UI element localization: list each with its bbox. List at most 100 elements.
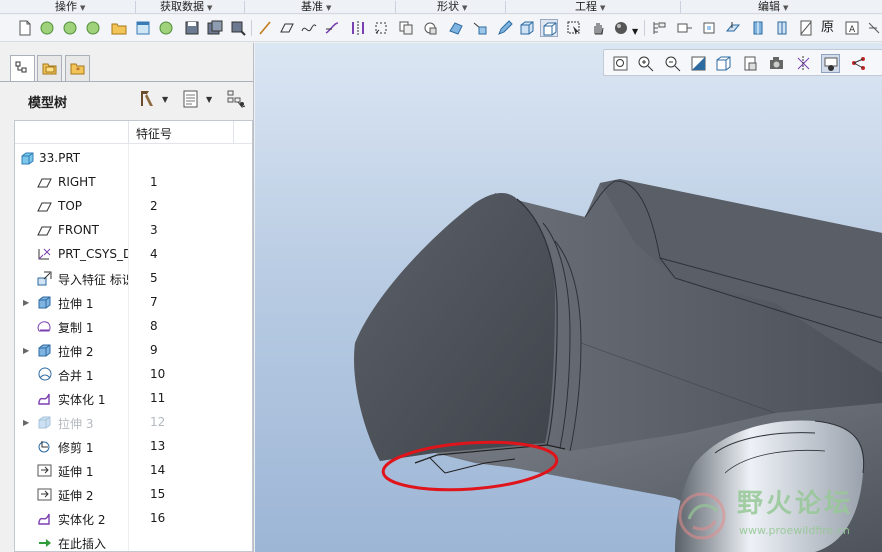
extend-icon xyxy=(36,486,53,503)
solidify-icon xyxy=(36,510,53,527)
tree-item-feature-number: 2 xyxy=(150,199,158,213)
datum-plane-icon xyxy=(36,174,53,191)
creo-window: 操作 ▼ 获取数据 ▼ 基准 ▼ 形状 ▼ 工程 ▼ 编辑 ▼ ▼ 原 A * … xyxy=(0,0,882,552)
feature-number-column[interactable]: 特征号 xyxy=(136,125,172,142)
window-icon[interactable] xyxy=(134,19,152,37)
tree-item[interactable]: ▶ 拉伸 2 9 xyxy=(15,339,252,363)
tree-item[interactable]: PRT_CSYS_DEF 4 xyxy=(15,243,252,267)
regen-icon[interactable] xyxy=(84,19,102,37)
dropdown-icon[interactable]: ▼ xyxy=(632,24,638,40)
tree-item-label: 33.PRT xyxy=(39,151,81,165)
tree-item-label: TOP xyxy=(58,199,83,213)
group-datum[interactable]: 基准 ▼ xyxy=(301,0,331,14)
view-box-icon[interactable] xyxy=(518,19,536,37)
point-icon[interactable] xyxy=(471,19,489,37)
3d-model[interactable] xyxy=(255,43,882,552)
select-icon[interactable] xyxy=(565,19,583,37)
hand-icon[interactable] xyxy=(589,19,607,37)
sweep-icon[interactable] xyxy=(447,19,465,37)
tree-item-label: 延伸 2 xyxy=(58,489,94,503)
zoom-in-icon[interactable] xyxy=(636,54,655,73)
backup-icon[interactable] xyxy=(229,19,247,37)
tree-item[interactable]: ▶ 拉伸 1 7 xyxy=(15,291,252,315)
tree-item[interactable]: TOP 2 xyxy=(15,195,252,219)
svg-text:*: * xyxy=(76,66,80,75)
graphics-toolbar xyxy=(603,49,882,76)
expand-arrow-icon[interactable]: ▶ xyxy=(23,298,31,308)
original-text-button[interactable]: 原 xyxy=(821,20,834,36)
zoom-out-icon[interactable] xyxy=(663,54,682,73)
tree-item[interactable]: FRONT 3 xyxy=(15,219,252,243)
expand-arrow-icon[interactable]: ▶ xyxy=(23,418,31,428)
tree-item[interactable]: RIGHT 1 xyxy=(15,171,252,195)
spin-center-icon[interactable] xyxy=(849,54,868,73)
tree-root-part[interactable]: 33.PRT xyxy=(15,147,252,171)
regen-icon[interactable] xyxy=(157,19,175,37)
sphere-icon[interactable] xyxy=(612,19,630,37)
view-manager-icon[interactable] xyxy=(767,54,786,73)
tree-item[interactable]: 复制 1 8 xyxy=(15,315,252,339)
group-operations[interactable]: 操作 ▼ xyxy=(55,0,85,14)
expand-arrow-icon[interactable]: ▶ xyxy=(23,346,31,356)
paper-icon[interactable] xyxy=(797,19,815,37)
save-icon[interactable] xyxy=(183,19,201,37)
main-toolbar: ▼ 原 A xyxy=(0,15,882,42)
group-shapes[interactable]: 形状 ▼ xyxy=(437,0,467,14)
save-copy-icon[interactable] xyxy=(206,19,224,37)
more-icon[interactable] xyxy=(865,19,882,37)
copy-icon[interactable] xyxy=(397,19,415,37)
open-folder-icon[interactable] xyxy=(110,19,128,37)
feature-icon[interactable] xyxy=(676,19,694,37)
spline-icon[interactable] xyxy=(300,19,318,37)
datum-display-icon[interactable] xyxy=(794,54,813,73)
tools-dropdown-icon[interactable]: ▼ xyxy=(162,95,168,104)
new-file-icon[interactable] xyxy=(16,19,34,37)
regen-icon[interactable] xyxy=(38,19,56,37)
mirror-icon[interactable] xyxy=(349,19,367,37)
group-get-data[interactable]: 获取数据 ▼ xyxy=(160,0,212,14)
measure-icon[interactable] xyxy=(701,19,719,37)
edit-icon[interactable] xyxy=(496,19,514,37)
favorites-tab[interactable]: * xyxy=(65,55,90,81)
ref-icon[interactable] xyxy=(724,19,742,37)
shaded-box-icon[interactable] xyxy=(540,19,558,37)
tree-item[interactable]: 导入特征 标识 5 xyxy=(15,267,252,291)
tree-item[interactable]: 实体化 1 11 xyxy=(15,387,252,411)
csys-icon[interactable] xyxy=(372,19,390,37)
group-editing[interactable]: 编辑 ▼ xyxy=(758,0,788,14)
regen-icon[interactable] xyxy=(61,19,79,37)
tree-item[interactable]: 在此插入 xyxy=(15,531,252,551)
folder-browser-tab[interactable] xyxy=(37,55,62,81)
tree-item[interactable]: 合并 1 10 xyxy=(15,363,252,387)
show-filter-icon[interactable] xyxy=(225,88,247,110)
tree-item[interactable]: 实体化 2 16 xyxy=(15,507,252,531)
tools-icon[interactable] xyxy=(136,88,158,110)
paste-icon[interactable] xyxy=(421,19,439,37)
tree-item-feature-number: 16 xyxy=(150,511,166,525)
curve-icon[interactable] xyxy=(323,19,341,37)
merge-icon xyxy=(36,366,53,383)
saved-views-icon[interactable] xyxy=(741,54,760,73)
tree-item[interactable]: ▶ 拉伸 3 12 xyxy=(15,411,252,435)
graphics-viewport[interactable]: 野火论坛 www.proewildfire.cn xyxy=(255,43,882,552)
tree-item-feature-number: 10 xyxy=(150,367,166,381)
ref-icon[interactable] xyxy=(773,19,791,37)
annotation-a-icon[interactable]: A xyxy=(843,19,861,37)
plane-icon[interactable] xyxy=(278,19,296,37)
model-tree-tab[interactable] xyxy=(10,55,35,82)
settings-list-icon[interactable] xyxy=(180,88,202,110)
sketch-line-icon[interactable] xyxy=(256,19,274,37)
settings-dropdown-icon[interactable]: ▼ xyxy=(206,95,212,104)
appearance-icon[interactable] xyxy=(650,19,668,37)
tree-item[interactable]: 延伸 1 14 xyxy=(15,459,252,483)
display-style-icon[interactable] xyxy=(714,54,733,73)
tree-item[interactable]: 延伸 2 15 xyxy=(15,483,252,507)
repaint-icon[interactable] xyxy=(689,54,708,73)
tree-item-feature-number: 8 xyxy=(150,319,158,333)
group-engineering[interactable]: 工程 ▼ xyxy=(575,0,605,14)
refit-icon[interactable] xyxy=(611,54,630,73)
annotation-display-icon[interactable] xyxy=(821,54,840,73)
tree-item[interactable]: 修剪 1 13 xyxy=(15,435,252,459)
watermark-url: www.proewildfire.cn xyxy=(739,524,850,537)
solid-icon[interactable] xyxy=(749,19,767,37)
